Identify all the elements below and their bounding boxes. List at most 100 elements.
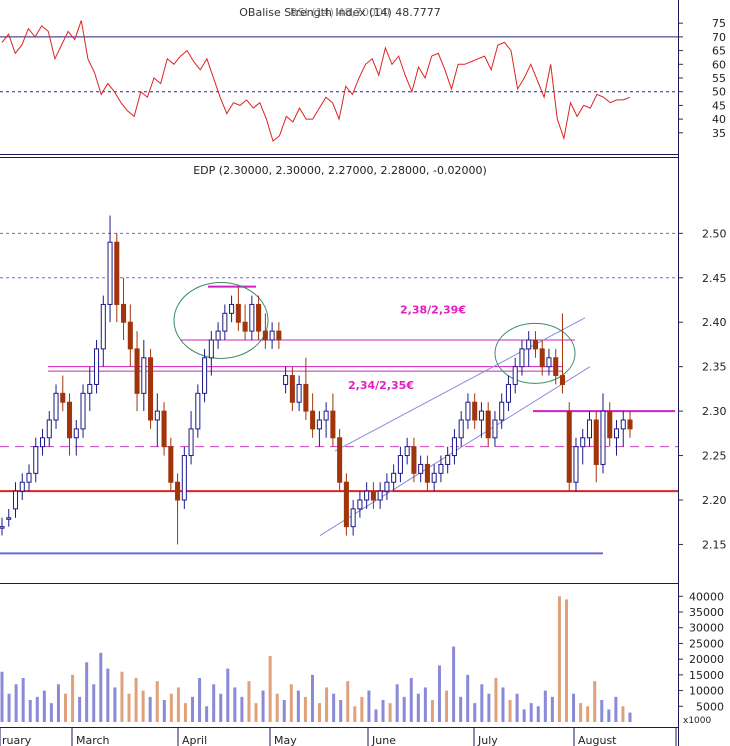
candle-body — [262, 330, 268, 341]
volume-tick-label: 15000 — [689, 669, 724, 682]
candle-body — [613, 428, 620, 439]
volume-bar — [579, 703, 583, 722]
candle-body — [593, 419, 599, 465]
candle-body — [6, 517, 12, 520]
candle-body — [256, 303, 262, 332]
candle-body — [195, 392, 201, 430]
volume-bar — [169, 693, 173, 722]
volume-bar — [49, 703, 53, 722]
volume-bar — [42, 690, 46, 722]
candle-body — [87, 383, 93, 394]
volume-bar — [247, 681, 251, 722]
volume-bar — [28, 700, 32, 722]
candle-body — [492, 419, 498, 439]
volume-bar — [148, 696, 152, 722]
month-label: August — [578, 734, 617, 746]
volume-tick-label: 35000 — [689, 606, 724, 619]
candle-body — [580, 437, 586, 448]
volume-bar — [586, 706, 590, 722]
month-label: April — [182, 734, 207, 746]
volume-tick-label: 25000 — [689, 637, 724, 650]
volume-bar — [106, 668, 110, 722]
volume-bar — [85, 662, 89, 722]
rsi-tick-label: 75 — [712, 17, 726, 30]
candle-body — [519, 348, 525, 368]
volume-bar — [141, 690, 145, 722]
volume-bar — [430, 700, 434, 722]
volume-bar — [155, 681, 159, 722]
candle-body — [505, 383, 511, 403]
volume-tick-label: 20000 — [689, 653, 724, 666]
candle-body — [269, 330, 275, 341]
candle-body — [208, 339, 214, 359]
candle-body — [539, 348, 545, 368]
candle-body — [80, 392, 86, 430]
candle-body — [451, 437, 457, 457]
volume-bar — [445, 690, 449, 722]
volume-bar — [183, 703, 187, 722]
candle-body — [600, 410, 606, 465]
candle-body — [168, 446, 174, 483]
volume-tick-label: 30000 — [689, 622, 724, 635]
candle-body — [343, 481, 349, 528]
candle-body — [411, 446, 417, 474]
volume-bar — [35, 696, 39, 722]
volume-bar — [395, 684, 399, 722]
candle-body — [134, 348, 140, 394]
candle-body — [559, 375, 565, 385]
volume-bar — [325, 687, 329, 722]
candle-body — [424, 463, 430, 483]
volume-bar — [303, 696, 307, 722]
volume-bar — [310, 674, 314, 722]
candle-body — [546, 357, 552, 368]
volume-bar — [127, 693, 131, 722]
volume-bar — [572, 693, 576, 722]
volume-bar — [466, 674, 470, 722]
volume-tick-label: 5000 — [696, 700, 724, 713]
price-title: EDP (2.30000, 2.30000, 2.27000, 2.28000,… — [193, 164, 487, 177]
volume-tick-label: 40000 — [689, 590, 724, 603]
price-tick-label: 2.25 — [702, 450, 727, 463]
volume-bar — [360, 696, 364, 722]
rsi-tick-label: 45 — [712, 99, 726, 112]
candle-body — [188, 428, 194, 457]
volume-bar — [78, 696, 82, 722]
candle-body — [114, 241, 120, 305]
volume-bar — [628, 712, 632, 722]
volume-bar — [480, 684, 484, 722]
candle-body — [276, 330, 282, 341]
candle-body — [67, 401, 73, 439]
volume-bar — [198, 678, 202, 722]
candle-body — [202, 357, 208, 394]
volume-bar — [212, 684, 216, 722]
candle-body — [127, 321, 133, 350]
candle-body — [94, 348, 100, 385]
volume-bar — [56, 684, 60, 722]
annotation-resistance-high: 2,38/2,39€ — [400, 303, 466, 316]
volume-bar — [191, 696, 195, 722]
volume-bar — [402, 696, 406, 722]
candle-body — [532, 339, 538, 350]
candle-body — [303, 383, 309, 412]
volume-bar — [332, 693, 336, 722]
volume-bar — [423, 687, 427, 722]
candle-body — [289, 375, 295, 403]
volume-bar — [564, 599, 568, 722]
volume-bar — [473, 703, 477, 722]
volume-bar — [501, 687, 505, 722]
volume-bar — [550, 696, 554, 722]
volume-bar — [162, 700, 166, 722]
volume-bar — [289, 684, 293, 722]
rsi-tick-label: 65 — [712, 45, 726, 58]
candle-body — [586, 419, 593, 439]
volume-units-label: x1000 — [683, 716, 712, 726]
candle-body — [161, 410, 167, 448]
candle-body — [249, 303, 255, 332]
candle-body — [60, 392, 66, 403]
volume-bar — [64, 693, 68, 722]
candle-body — [397, 455, 403, 474]
volume-bar — [21, 678, 25, 722]
candle-body — [627, 419, 633, 430]
volume-bar — [233, 687, 237, 722]
month-label: May — [274, 734, 297, 746]
